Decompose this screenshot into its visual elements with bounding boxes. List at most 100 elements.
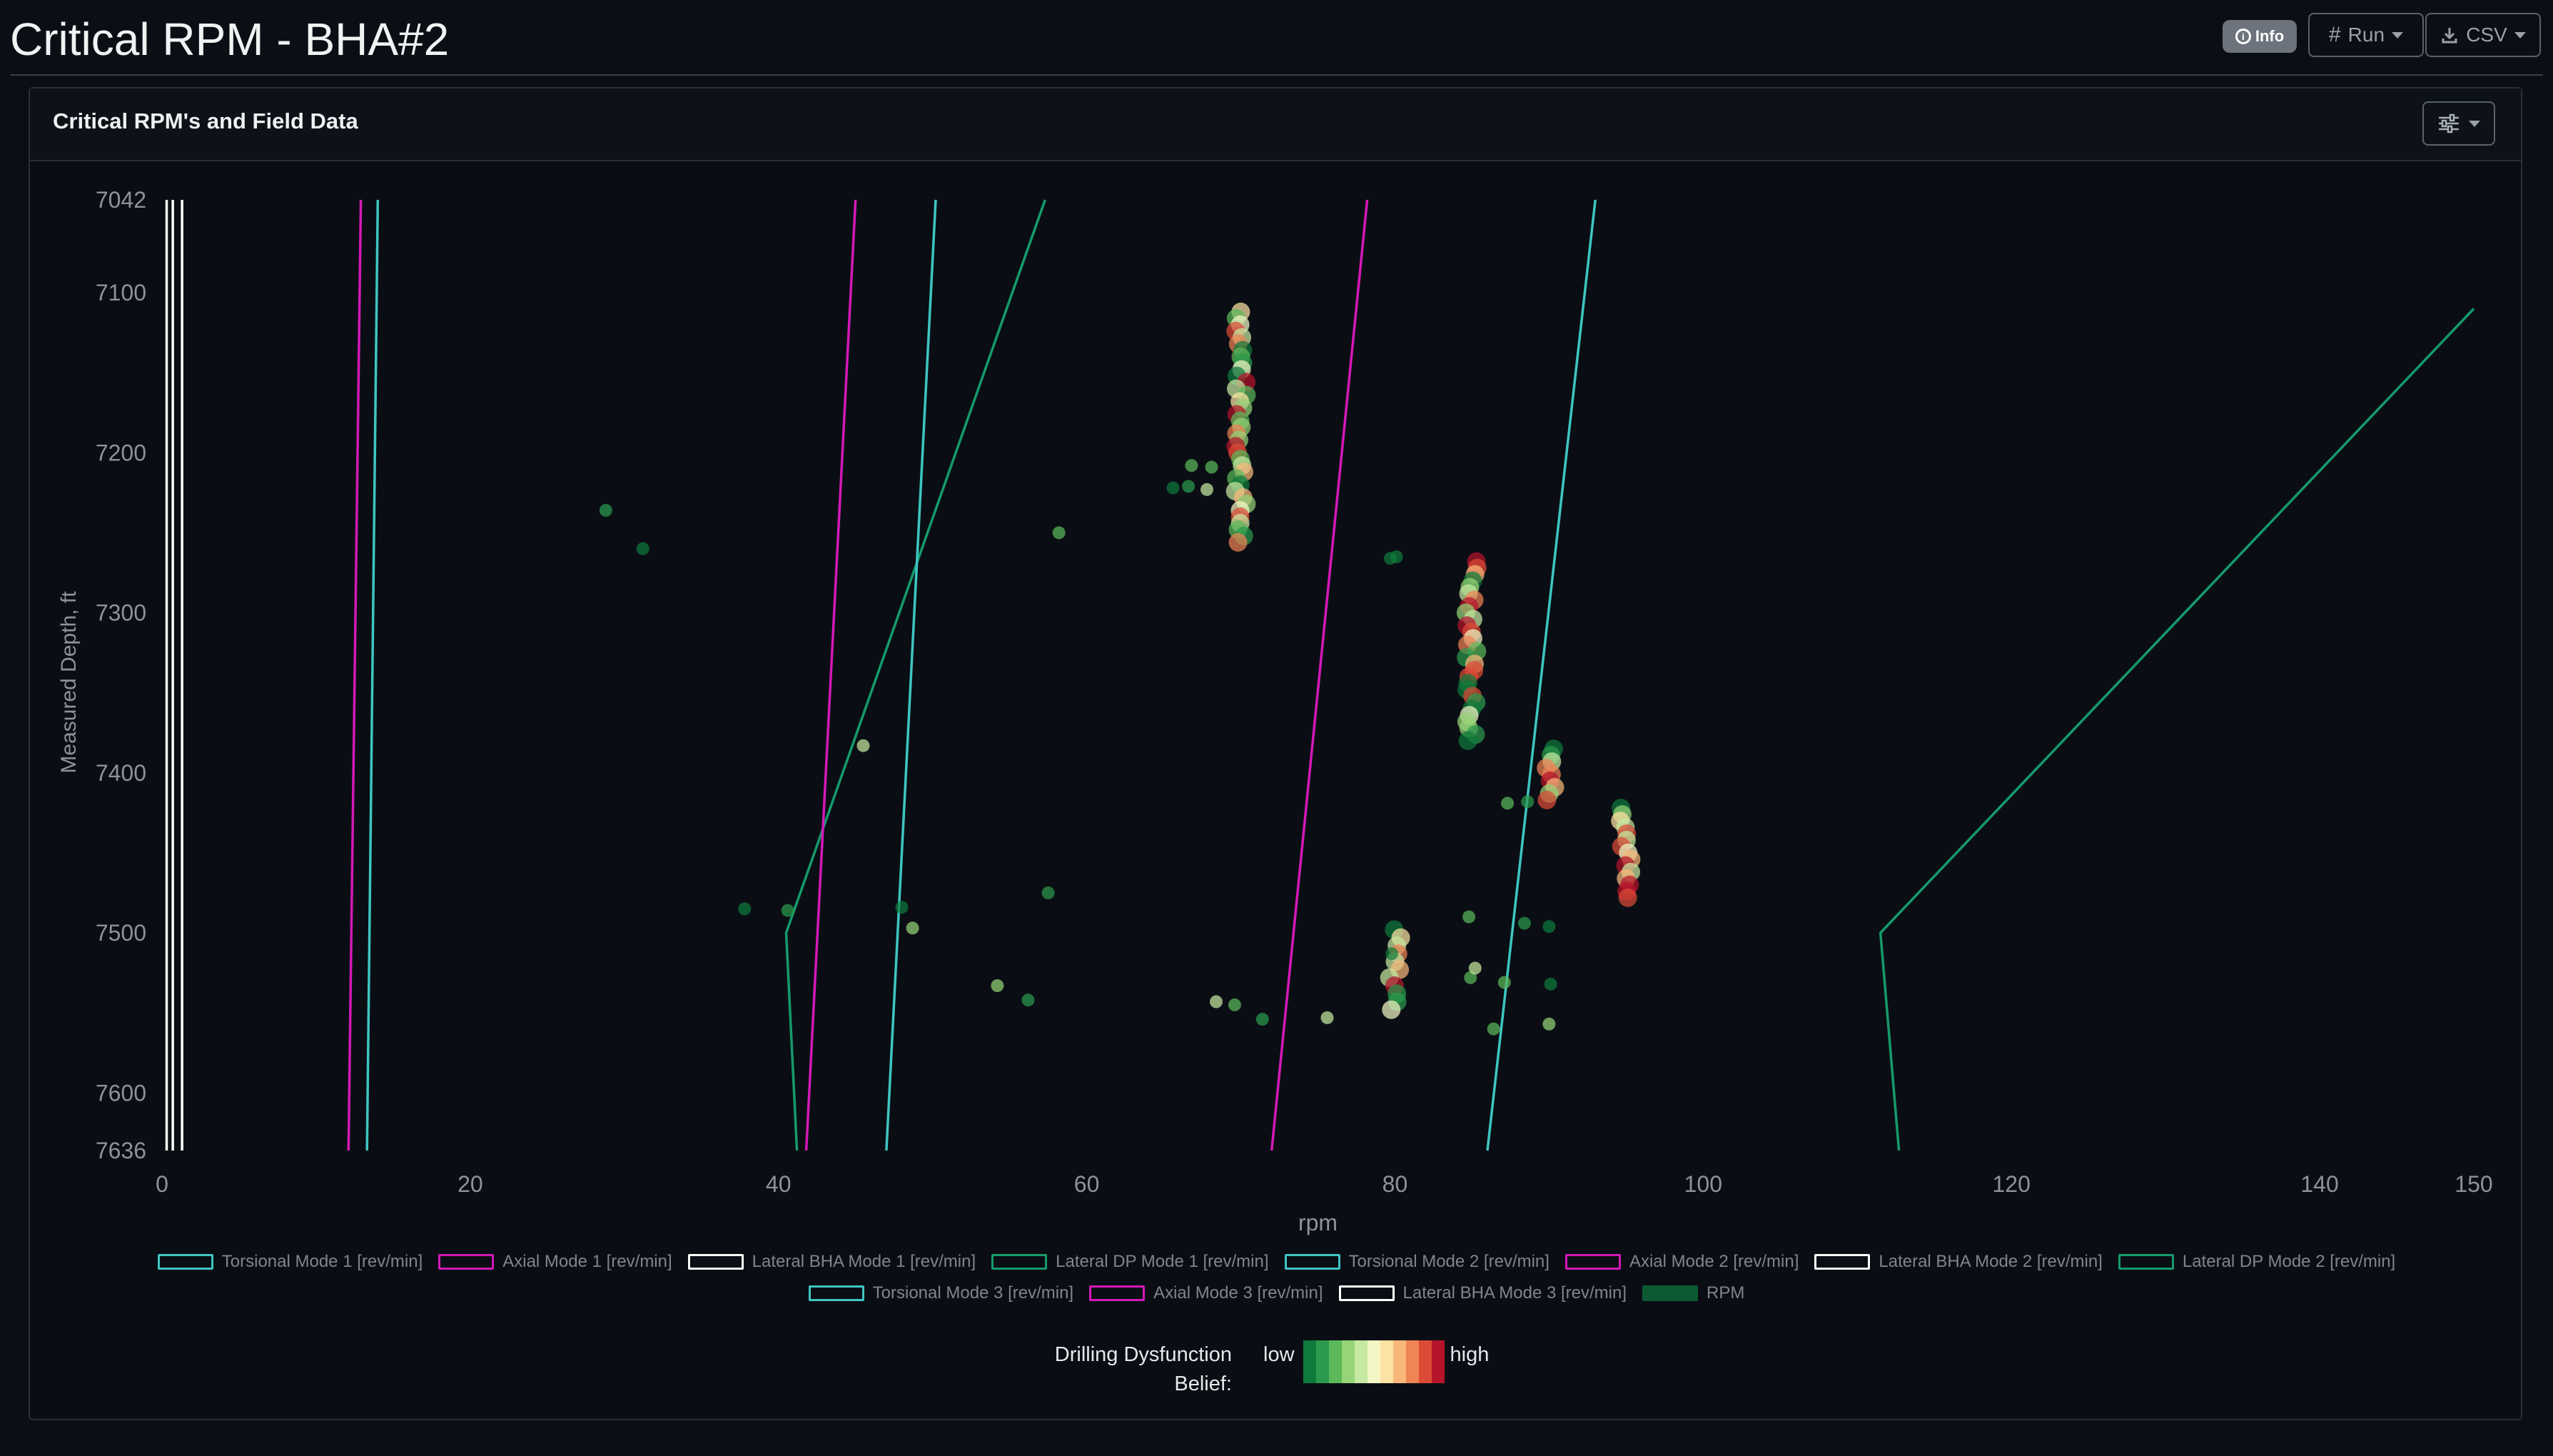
- rpm-point: [1501, 797, 1515, 810]
- rpm-point: [1487, 1022, 1500, 1036]
- legend-label: Torsional Mode 3 [rev/min]: [872, 1283, 1074, 1303]
- legend-swatch: [687, 1254, 744, 1270]
- series-line-5: [885, 199, 937, 1151]
- legend-label: Lateral DP Mode 2 [rev/min]: [2182, 1252, 2396, 1271]
- rpm-point: [1385, 947, 1399, 961]
- rpm-point: [1542, 1017, 1556, 1031]
- legend-item[interactable]: Lateral BHA Mode 1 [rev/min]: [687, 1252, 976, 1272]
- rpm-point: [1390, 550, 1403, 564]
- y-tick-label: 7600: [96, 1080, 146, 1106]
- rpm-point: [1521, 795, 1535, 809]
- legend-item[interactable]: Lateral BHA Mode 3 [rev/min]: [1338, 1283, 1627, 1303]
- rpm-point: [1497, 976, 1511, 989]
- rpm-point: [1166, 481, 1180, 495]
- legend-item[interactable]: Axial Mode 3 [rev/min]: [1089, 1283, 1323, 1303]
- series-line-9: [1486, 199, 1597, 1151]
- legend-swatch: [991, 1254, 1048, 1270]
- rpm-point: [1462, 910, 1476, 924]
- belief-gradient-step: [1354, 1340, 1368, 1383]
- axes: 0 20 40 60 80 100 120 140 150 7042 7100 7200 7300 740…: [57, 187, 2493, 1235]
- belief-gradient-step: [1315, 1340, 1329, 1383]
- belief-gradient: [1303, 1340, 1445, 1383]
- legend-label: Lateral BHA Mode 3 [rev/min]: [1402, 1283, 1627, 1303]
- rpm-point: [781, 904, 794, 917]
- rpm-point: [599, 504, 612, 517]
- belief-gradient-step: [1405, 1340, 1419, 1383]
- belief-color-scale: Drilling Dysfunction Belief: low high: [1049, 1340, 1489, 1399]
- legend-label: Lateral BHA Mode 1 [rev/min]: [752, 1252, 976, 1271]
- belief-scale-low: low: [1263, 1343, 1295, 1366]
- legend-item[interactable]: Axial Mode 2 [rev/min]: [1564, 1252, 1799, 1272]
- belief-gradient-step: [1367, 1340, 1380, 1383]
- x-axis-title: rpm: [1298, 1210, 1338, 1235]
- y-tick-label: 7400: [96, 760, 146, 786]
- rpm-point: [1320, 1011, 1334, 1024]
- x-tick-label: 150: [2455, 1171, 2492, 1197]
- series-line-6: [804, 199, 857, 1151]
- x-tick-label: 60: [1074, 1171, 1100, 1197]
- rpm-point: [1544, 977, 1557, 991]
- series-line-8: [1879, 308, 2475, 1151]
- legend-label: Torsional Mode 2 [rev/min]: [1348, 1252, 1550, 1271]
- legend-item[interactable]: Torsional Mode 1 [rev/min]: [157, 1252, 423, 1272]
- belief-gradient-step: [1380, 1340, 1393, 1383]
- rpm-point: [1021, 994, 1035, 1007]
- belief-gradient-step: [1418, 1340, 1432, 1383]
- legend-swatch: [2118, 1254, 2174, 1270]
- legend-swatch: [1089, 1285, 1146, 1301]
- rpm-point: [1200, 482, 1213, 496]
- rpm-point: [906, 921, 919, 935]
- rpm-point: [1041, 886, 1055, 899]
- y-tick-label: 7100: [96, 280, 146, 305]
- legend-item[interactable]: Torsional Mode 3 [rev/min]: [808, 1283, 1074, 1303]
- legend-item[interactable]: Lateral DP Mode 2 [rev/min]: [2118, 1252, 2395, 1272]
- legend-row-2: Torsional Mode 3 [rev/min] Axial Mode 3 […: [0, 1283, 2553, 1303]
- belief-gradient-step: [1431, 1340, 1445, 1383]
- belief-scale-title: Drilling Dysfunction Belief:: [1054, 1343, 1232, 1395]
- legend-label: Lateral DP Mode 1 [rev/min]: [1056, 1252, 1269, 1271]
- series-line-1: [365, 199, 380, 1151]
- mode-lines: [165, 199, 2475, 1151]
- rpm-point: [636, 542, 649, 555]
- x-tick-label: 40: [766, 1171, 792, 1197]
- belief-gradient-step: [1341, 1340, 1355, 1383]
- y-tick-label: 7042: [96, 187, 146, 213]
- critical-rpm-chart: 0 20 40 60 80 100 120 140 150 7042 7100 7200 7300 740…: [57, 187, 2493, 1235]
- legend-swatch: [1284, 1254, 1340, 1270]
- legend-label: Lateral BHA Mode 2 [rev/min]: [1879, 1252, 2103, 1271]
- legend-item[interactable]: RPM: [1642, 1283, 1744, 1303]
- y-tick-label: 7200: [96, 440, 146, 465]
- legend-swatch: [1814, 1254, 1871, 1270]
- legend-swatch: [438, 1254, 495, 1270]
- rpm-point: [1458, 731, 1477, 750]
- rpm-point: [991, 979, 1004, 992]
- legend-label: RPM: [1707, 1283, 1745, 1303]
- legend-label: Axial Mode 3 [rev/min]: [1153, 1283, 1323, 1303]
- x-tick-label: 0: [156, 1171, 168, 1197]
- belief-gradient-step: [1303, 1340, 1316, 1383]
- belief-gradient-step: [1328, 1340, 1342, 1383]
- rpm-point: [856, 739, 870, 752]
- legend-item[interactable]: Torsional Mode 2 [rev/min]: [1284, 1252, 1550, 1272]
- rpm-point: [1052, 526, 1066, 540]
- series-line-10: [1270, 199, 1369, 1151]
- y-tick-label: 7300: [96, 600, 146, 626]
- legend-item[interactable]: Axial Mode 1 [rev/min]: [438, 1252, 672, 1272]
- rpm-point: [1185, 459, 1198, 472]
- x-tick-label: 20: [457, 1171, 483, 1197]
- x-tick-label: 80: [1382, 1171, 1408, 1197]
- belief-scale-high: high: [1450, 1343, 1490, 1366]
- rpm-point: [1382, 1000, 1401, 1019]
- legend-swatch: [157, 1254, 213, 1270]
- series-line-4: [784, 199, 1046, 1151]
- legend-item[interactable]: Lateral DP Mode 1 [rev/min]: [991, 1252, 1269, 1272]
- rpm-point: [1517, 916, 1531, 930]
- rpm-point: [1182, 480, 1195, 493]
- rpm-points: [599, 303, 1641, 1036]
- y-axis-title: Measured Depth, ft: [57, 591, 81, 774]
- legend-row-1: Torsional Mode 1 [rev/min] Axial Mode 1 […: [0, 1252, 2553, 1272]
- series-line-2: [347, 199, 363, 1151]
- rpm-point: [1537, 790, 1557, 809]
- legend-item[interactable]: Lateral BHA Mode 2 [rev/min]: [1814, 1252, 2103, 1272]
- rpm-point: [1228, 998, 1241, 1011]
